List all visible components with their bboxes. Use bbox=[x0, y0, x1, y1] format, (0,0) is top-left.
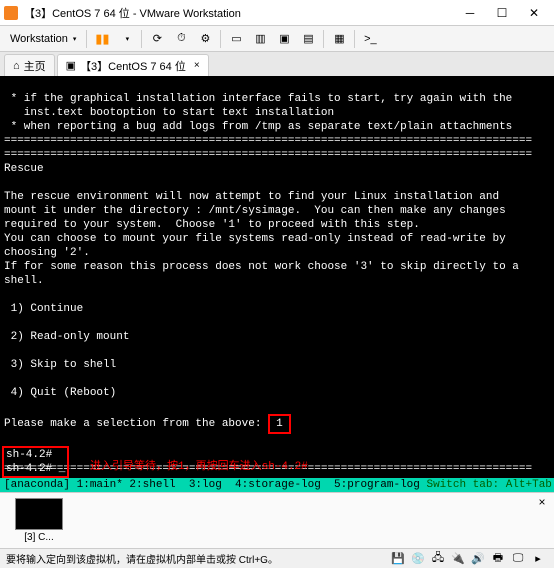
console-button[interactable]: >_ bbox=[359, 29, 381, 49]
device-cd-icon[interactable]: 💿 bbox=[408, 551, 428, 567]
console-text: The rescue environment will now attempt … bbox=[4, 191, 499, 203]
view-tile-button[interactable]: ▥ bbox=[249, 29, 271, 49]
shell-prompt: sh-4.2# bbox=[6, 449, 52, 461]
device-disk-icon[interactable]: 💾 bbox=[388, 551, 408, 567]
console-option: 3) Skip to shell bbox=[4, 359, 116, 371]
device-sound-icon[interactable]: 🔊 bbox=[468, 551, 488, 567]
console-text: inst.text bootoption to start text insta… bbox=[4, 107, 334, 119]
home-icon: ⌂ bbox=[13, 60, 20, 72]
console-separator: ========================================… bbox=[4, 149, 532, 161]
vm-icon: ▣ bbox=[66, 59, 76, 72]
device-display-icon[interactable]: 🖵 bbox=[508, 551, 528, 567]
console-option: 1) Continue bbox=[4, 303, 83, 315]
selection-highlight: 1 bbox=[268, 414, 291, 434]
annotation-text: 进入引导等待，按1，再按回车进入sh-4.2# bbox=[90, 460, 308, 474]
thumbnail-label: [3] C... bbox=[8, 532, 70, 543]
toolbar-separator bbox=[220, 30, 221, 48]
shell-prompt: sh-4.2# _ bbox=[6, 463, 65, 475]
vm-console[interactable]: * if the graphical installation interfac… bbox=[0, 76, 554, 492]
tab-close-icon[interactable]: × bbox=[194, 60, 200, 71]
tab-bar: ⌂主页 ▣【3】CentOS 7 64 位× bbox=[0, 52, 554, 76]
console-option: 2) Read-only mount bbox=[4, 331, 129, 343]
status-message: 要将输入定向到该虚拟机，请在虚拟机内部单击或按 Ctrl+G。 bbox=[6, 551, 388, 566]
view-unity-button[interactable]: ▤ bbox=[297, 29, 319, 49]
workstation-menu[interactable]: Workstation▾ bbox=[4, 30, 82, 48]
window-title: 【3】CentOS 7 64 位 - VMware Workstation bbox=[24, 5, 454, 21]
thumbnail-bar-close[interactable]: × bbox=[534, 495, 550, 511]
snapshot-manager-button[interactable]: ⚙ bbox=[194, 29, 216, 49]
console-text: * when reporting a bug add logs from /tm… bbox=[4, 121, 512, 133]
window-titlebar: 【3】CentOS 7 64 位 - VMware Workstation ─ … bbox=[0, 0, 554, 26]
console-text: You can choose to mount your file system… bbox=[4, 233, 506, 245]
snapshot-button[interactable]: ⏱ bbox=[170, 29, 192, 49]
fit-guest-button[interactable]: ▦ bbox=[328, 29, 350, 49]
switch-tab-hint: Switch tab: Alt+Tab | bbox=[420, 478, 554, 492]
maximize-button[interactable]: ☐ bbox=[486, 2, 518, 24]
vmware-icon bbox=[4, 6, 18, 20]
view-single-button[interactable]: ▭ bbox=[225, 29, 247, 49]
anaconda-status-bar: [anaconda] 1:main* 2:shell 3:log 4:stora… bbox=[0, 478, 554, 492]
toolbar-separator bbox=[323, 30, 324, 48]
console-text: shell. bbox=[4, 275, 44, 287]
device-network-icon[interactable]: 🖧 bbox=[428, 551, 448, 567]
status-bar: 要将输入定向到该虚拟机，请在虚拟机内部单击或按 Ctrl+G。 💾 💿 🖧 🔌 … bbox=[0, 548, 554, 568]
close-button[interactable]: ✕ bbox=[518, 2, 550, 24]
console-text: mount it under the directory : /mnt/sysi… bbox=[4, 205, 506, 217]
vm-thumbnail[interactable]: [3] C... bbox=[8, 498, 70, 543]
console-text: * if the graphical installation interfac… bbox=[4, 93, 512, 105]
minimize-button[interactable]: ─ bbox=[454, 2, 486, 24]
anaconda-tabs: [anaconda] 1:main* 2:shell 3:log 4:stora… bbox=[4, 478, 420, 492]
tab-home[interactable]: ⌂主页 bbox=[4, 54, 55, 76]
console-text: choosing '2'. bbox=[4, 247, 90, 259]
vm-actions-dropdown[interactable]: ▾ bbox=[115, 29, 137, 49]
shell-prompt-highlight: sh-4.2# sh-4.2# _ bbox=[2, 446, 69, 478]
thumbnail-bar: [3] C... × bbox=[0, 492, 554, 548]
toolbar-separator bbox=[141, 30, 142, 48]
toolbar-separator bbox=[86, 30, 87, 48]
console-text: required to your system. Choose '1' to p… bbox=[4, 219, 420, 231]
tab-vm-centos[interactable]: ▣【3】CentOS 7 64 位× bbox=[57, 54, 209, 76]
view-fullscreen-button[interactable]: ▣ bbox=[273, 29, 295, 49]
console-heading: Rescue bbox=[4, 163, 44, 175]
toolbar-separator bbox=[354, 30, 355, 48]
console-separator: ========================================… bbox=[4, 135, 532, 147]
send-ctrl-alt-del-button[interactable]: ⟳ bbox=[146, 29, 168, 49]
device-printer-icon[interactable]: 🖶 bbox=[488, 551, 508, 567]
console-option: 4) Quit (Reboot) bbox=[4, 387, 116, 399]
console-prompt: Please make a selection from the above: bbox=[4, 418, 261, 430]
toolbar: Workstation▾ ▮▮ ▾ ⟳ ⏱ ⚙ ▭ ▥ ▣ ▤ ▦ >_ bbox=[0, 26, 554, 52]
device-more-icon[interactable]: ▸ bbox=[528, 551, 548, 567]
thumbnail-image bbox=[15, 498, 63, 530]
device-usb-icon[interactable]: 🔌 bbox=[448, 551, 468, 567]
console-text: If for some reason this process does not… bbox=[4, 261, 519, 273]
pause-button[interactable]: ▮▮ bbox=[91, 29, 113, 49]
